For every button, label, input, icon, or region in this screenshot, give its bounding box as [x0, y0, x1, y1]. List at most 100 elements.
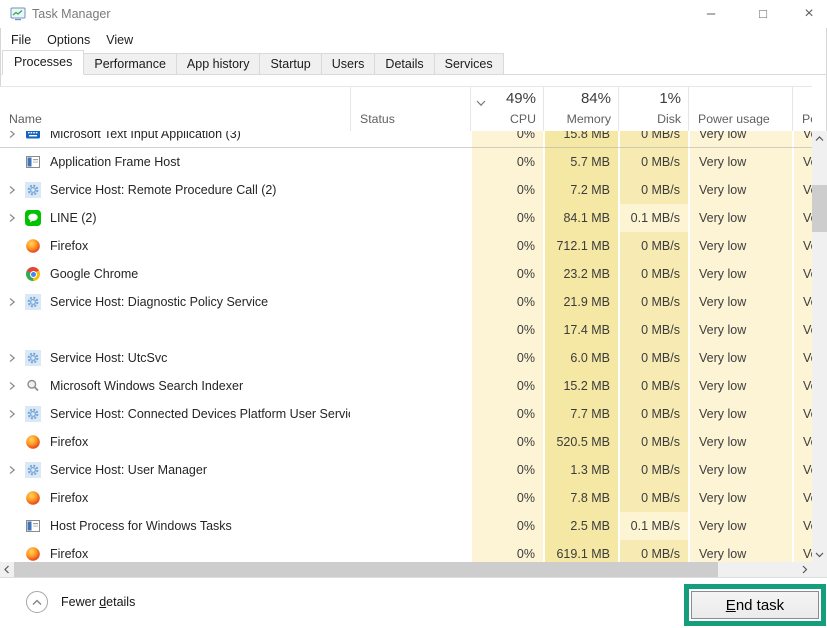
- process-row[interactable]: Firefox0%520.5 MB0 MB/sVery lowVe: [0, 428, 812, 456]
- power-usage-value-cell: Very low: [688, 372, 792, 400]
- process-name: Service Host: UtcSvc: [50, 344, 167, 372]
- memory-value-cell: 17.4 MB: [543, 316, 618, 344]
- cpu-value-cell: 0%: [470, 456, 543, 484]
- process-name-cell: Service Host: Diagnostic Policy Service: [0, 288, 350, 316]
- process-name: Service Host: Remote Procedure Call (2): [50, 176, 276, 204]
- power-trend-value-cell: Ve: [792, 232, 812, 260]
- column-header-power-trend[interactable]: Powe: [792, 87, 812, 131]
- process-row[interactable]: Firefox0%7.8 MB0 MB/sVery lowVe: [0, 484, 812, 512]
- disk-value-cell: 0.1 MB/s: [618, 204, 688, 232]
- memory-value-cell: 23.2 MB: [543, 260, 618, 288]
- status-cell: [350, 288, 470, 316]
- memory-value-cell: 15.2 MB: [543, 372, 618, 400]
- column-header-status[interactable]: Status: [350, 87, 470, 131]
- status-cell: [350, 316, 470, 344]
- process-row[interactable]: 0%17.4 MB0 MB/sVery lowVe: [0, 316, 812, 344]
- task-manager-icon: [10, 6, 26, 22]
- gear-icon: [25, 294, 41, 310]
- tab-services[interactable]: Services: [434, 53, 504, 75]
- expand-chevron-icon[interactable]: [7, 131, 21, 141]
- tab-performance[interactable]: Performance: [83, 53, 177, 75]
- process-row[interactable]: Google Chrome0%23.2 MB0 MB/sVery lowVe: [0, 260, 812, 288]
- process-row[interactable]: Microsoft Text Input Application (3)0%15…: [0, 131, 812, 148]
- expand-chevron-icon[interactable]: [7, 295, 21, 309]
- process-name-cell: Service Host: Connected Devices Platform…: [0, 400, 350, 428]
- power-trend-value-cell: Ve: [792, 512, 812, 540]
- disk-value-cell: 0 MB/s: [618, 344, 688, 372]
- expand-spacer: [7, 155, 21, 169]
- gear-icon: [25, 406, 41, 422]
- vertical-scrollbar-thumb[interactable]: [812, 185, 827, 232]
- process-row[interactable]: Service Host: User Manager0%1.3 MB0 MB/s…: [0, 456, 812, 484]
- process-row[interactable]: Service Host: UtcSvc0%6.0 MB0 MB/sVery l…: [0, 344, 812, 372]
- disk-value-cell: 0 MB/s: [618, 232, 688, 260]
- status-cell: [350, 148, 470, 176]
- process-row[interactable]: Firefox0%712.1 MB0 MB/sVery lowVe: [0, 232, 812, 260]
- expand-chevron-icon[interactable]: [7, 407, 21, 421]
- menu-item-file[interactable]: File: [3, 28, 39, 52]
- vertical-scrollbar[interactable]: [812, 131, 827, 562]
- column-header-disk[interactable]: 1% Disk: [618, 87, 688, 131]
- expand-chevron-icon[interactable]: [7, 211, 21, 225]
- process-row[interactable]: Microsoft Windows Search Indexer0%15.2 M…: [0, 372, 812, 400]
- horizontal-scrollbar-thumb[interactable]: [14, 562, 718, 577]
- column-header-name[interactable]: Name: [0, 87, 350, 131]
- gear-icon: [25, 462, 41, 478]
- menu-item-options[interactable]: Options: [39, 28, 98, 52]
- disk-value-cell: 0 MB/s: [618, 456, 688, 484]
- status-cell: [350, 232, 470, 260]
- process-row[interactable]: Application Frame Host0%5.7 MB0 MB/sVery…: [0, 148, 812, 176]
- scrollbar-corner: [812, 562, 827, 577]
- horizontal-scrollbar[interactable]: [0, 562, 812, 577]
- column-header-power-usage[interactable]: Power usage: [688, 87, 792, 131]
- expand-chevron-icon[interactable]: [7, 463, 21, 477]
- power-trend-value-cell: Ve: [792, 131, 812, 148]
- process-row[interactable]: Service Host: Diagnostic Policy Service0…: [0, 288, 812, 316]
- tab-processes[interactable]: Processes: [2, 50, 84, 75]
- cpu-value-cell: 0%: [470, 372, 543, 400]
- power-trend-value-cell: Ve: [792, 148, 812, 176]
- fewer-details-toggle[interactable]: Fewer details: [26, 591, 135, 613]
- process-name: Application Frame Host: [50, 148, 180, 176]
- process-name-cell: Host Process for Windows Tasks: [0, 512, 350, 540]
- memory-value-cell: 1.3 MB: [543, 456, 618, 484]
- close-button[interactable]: ×: [786, 0, 827, 28]
- process-row[interactable]: Service Host: Remote Procedure Call (2) 0…: [0, 176, 812, 204]
- expand-chevron-icon[interactable]: [7, 183, 21, 197]
- status-cell: [350, 540, 470, 562]
- process-row[interactable]: LINE (2)0%84.1 MB0.1 MB/sVery lowVe: [0, 204, 812, 232]
- scroll-up-icon[interactable]: [812, 131, 827, 146]
- menu-item-view[interactable]: View: [98, 28, 141, 52]
- process-name: Host Process for Windows Tasks: [50, 512, 232, 540]
- tab-users[interactable]: Users: [321, 53, 376, 75]
- minimize-button[interactable]: –: [688, 0, 734, 28]
- fewer-details-label: Fewer details: [61, 595, 135, 609]
- power-trend-value-cell: Ve: [792, 540, 812, 562]
- tab-app-history[interactable]: App history: [176, 53, 261, 75]
- column-header-memory[interactable]: 84% Memory: [543, 87, 618, 131]
- disk-value-cell: 0 MB/s: [618, 316, 688, 344]
- expand-chevron-icon[interactable]: [7, 379, 21, 393]
- tab-startup[interactable]: Startup: [259, 53, 321, 75]
- scroll-right-icon[interactable]: [798, 562, 812, 577]
- process-row[interactable]: Host Process for Windows Tasks0%2.5 MB0.…: [0, 512, 812, 540]
- process-row[interactable]: Firefox0%619.1 MB0 MB/sVery lowVe: [0, 540, 812, 562]
- scroll-down-icon[interactable]: [812, 547, 827, 562]
- maximize-button[interactable]: □: [740, 0, 786, 28]
- end-task-button[interactable]: End task: [691, 591, 819, 619]
- cpu-value-cell: 0%: [470, 344, 543, 372]
- memory-total-percent: 84%: [581, 90, 611, 107]
- power-usage-value-cell: Very low: [688, 148, 792, 176]
- cpu-value-cell: 0%: [470, 176, 543, 204]
- tab-details[interactable]: Details: [374, 53, 434, 75]
- name-column-label: Name: [9, 112, 42, 126]
- expand-chevron-icon[interactable]: [7, 351, 21, 365]
- process-row[interactable]: Service Host: Connected Devices Platform…: [0, 400, 812, 428]
- power-trend-value-cell: Ve: [792, 484, 812, 512]
- expand-spacer: [7, 519, 21, 533]
- scroll-left-icon[interactable]: [0, 562, 14, 577]
- tab-list: ProcessesPerformanceApp historyStartupUs…: [2, 50, 503, 75]
- table-header: Name Status 49% CPU 84% Memory 1% Disk P…: [0, 86, 812, 132]
- process-name: Service Host: Connected Devices Platform…: [50, 400, 350, 428]
- column-header-cpu[interactable]: 49% CPU: [470, 87, 543, 131]
